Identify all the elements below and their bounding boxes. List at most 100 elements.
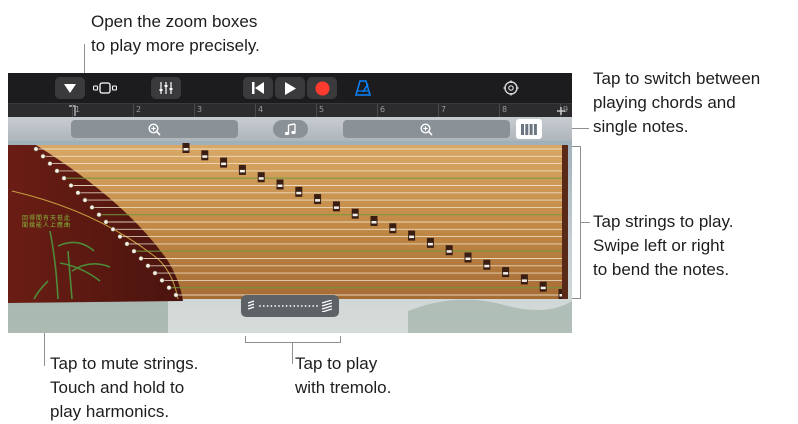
bridge-cap (521, 279, 527, 282)
tuning-peg (152, 270, 158, 276)
tremolo-bracket-left (245, 336, 246, 343)
calligraphy-char: 人 (43, 222, 50, 229)
bridge-cap (202, 155, 208, 158)
calligraphy-column: 得幾 (29, 215, 35, 295)
ruler-tick (499, 104, 500, 117)
tuning-peg (173, 292, 179, 298)
tuning-peg (131, 248, 137, 254)
tremolo-button[interactable] (241, 295, 339, 317)
tremolo-dot (289, 305, 292, 307)
ruler-tick-label: 7 (441, 105, 447, 114)
bridge-cap (409, 235, 415, 239)
bridge[interactable] (257, 172, 265, 183)
bridge-cap (277, 184, 283, 187)
tuning-peg (145, 263, 151, 269)
tremolo-dot (281, 305, 284, 307)
tremolo-dot (304, 305, 307, 307)
tuning-peg (159, 277, 165, 283)
calligraphy-column: 回聞 (22, 215, 28, 295)
tuning-peg (82, 197, 88, 203)
tremolo-bracket (245, 342, 341, 343)
ruler-tick (255, 104, 256, 117)
ruler-tick (133, 104, 134, 117)
tuning-peg (117, 234, 123, 240)
calligraphy-column: 祇應 (57, 215, 63, 295)
zoom-callout: Open the zoom boxes to play more precise… (91, 12, 260, 55)
bridge-cap (333, 206, 339, 209)
timeline-ruler[interactable]: 123456789 (8, 103, 572, 118)
add-section-icon[interactable] (556, 106, 566, 116)
calligraphy-column: 有人 (43, 215, 49, 295)
metronome-button[interactable] (348, 77, 378, 99)
bridge-cap (540, 286, 546, 290)
tuning-peg (75, 190, 81, 196)
calligraphy-char: 幾 (29, 222, 36, 229)
ruler-tick-label: 8 (502, 105, 508, 114)
calligraphy-column: 天上 (50, 215, 56, 295)
tremolo-dot (266, 305, 269, 307)
bridge[interactable] (483, 259, 491, 270)
bridge-cap (296, 191, 302, 195)
tremolo-dot (259, 305, 261, 307)
record-button[interactable] (307, 77, 337, 99)
zoom-in-icon (148, 122, 161, 136)
tuning-peg (40, 153, 46, 159)
ruler-tick (377, 104, 378, 117)
bridge[interactable] (238, 164, 246, 175)
tuning-peg (96, 212, 102, 218)
browser-button[interactable] (90, 77, 120, 99)
tremolo-dot (312, 305, 315, 307)
ruler-tick-label: 6 (380, 105, 386, 114)
calligraphy-char: 間 (36, 215, 43, 222)
note-mode-button[interactable] (273, 120, 308, 138)
left-zoom-box[interactable] (71, 120, 238, 138)
tremolo-icon (248, 300, 332, 312)
metronome-icon (355, 80, 371, 96)
right-zoom-box[interactable] (343, 120, 510, 138)
tremolo-dot (274, 305, 277, 307)
bridge[interactable] (426, 237, 434, 248)
bridge-cap (503, 272, 509, 275)
bridge-cap (221, 162, 227, 166)
tuning-peg (54, 168, 60, 174)
mute-callout: Tap to mute strings. Touch and hold to p… (50, 354, 199, 421)
calligraphy-char: 能 (36, 222, 43, 229)
calligraphy-char: 聞 (22, 222, 29, 229)
tuning-peg (103, 219, 109, 225)
mixer-icon (159, 82, 173, 94)
ruler-tick (194, 104, 195, 117)
tuning-peg (166, 285, 172, 291)
garageband-guzheng-screen: 123456789 此 曲 祇 應 天 上 有 人 間 能 得 幾 回 聞 (8, 73, 572, 333)
rewind-icon (252, 82, 264, 94)
tuning-peg (61, 175, 67, 181)
bridge[interactable] (332, 201, 340, 212)
record-icon (315, 81, 329, 95)
tuning-peg (68, 182, 74, 188)
zoom-in-icon (420, 122, 433, 136)
view-menu-icon (64, 83, 76, 93)
chord-strips-icon (521, 123, 537, 135)
tremolo-dot (293, 305, 296, 307)
ruler-tick-label: 3 (197, 105, 203, 114)
tremolo-dot (285, 305, 288, 307)
mixer-button[interactable] (151, 77, 181, 99)
bridge-cap (183, 148, 189, 151)
bridge-cap (446, 250, 452, 253)
switch-leader-line (571, 128, 589, 129)
switch-callout: Tap to switch between playing chords and… (593, 69, 761, 136)
play-button[interactable] (275, 77, 305, 99)
ruler-tick-label: 5 (319, 105, 325, 114)
settings-button[interactable] (496, 77, 526, 99)
bridge-cap (465, 257, 471, 260)
settings-icon (503, 80, 519, 96)
ruler-tick (316, 104, 317, 117)
bridge-cap (258, 177, 264, 180)
tremolo-dot (308, 305, 311, 307)
chords-notes-switch[interactable] (516, 119, 542, 139)
calligraphy-char: 上 (50, 222, 57, 229)
tremolo-bracket-right (340, 336, 341, 343)
tremolo-dot (262, 305, 265, 307)
strings-callout: Tap strings to play. Swipe left or right… (593, 212, 734, 279)
view-menu-button[interactable] (55, 77, 85, 99)
rewind-button[interactable] (243, 77, 273, 99)
